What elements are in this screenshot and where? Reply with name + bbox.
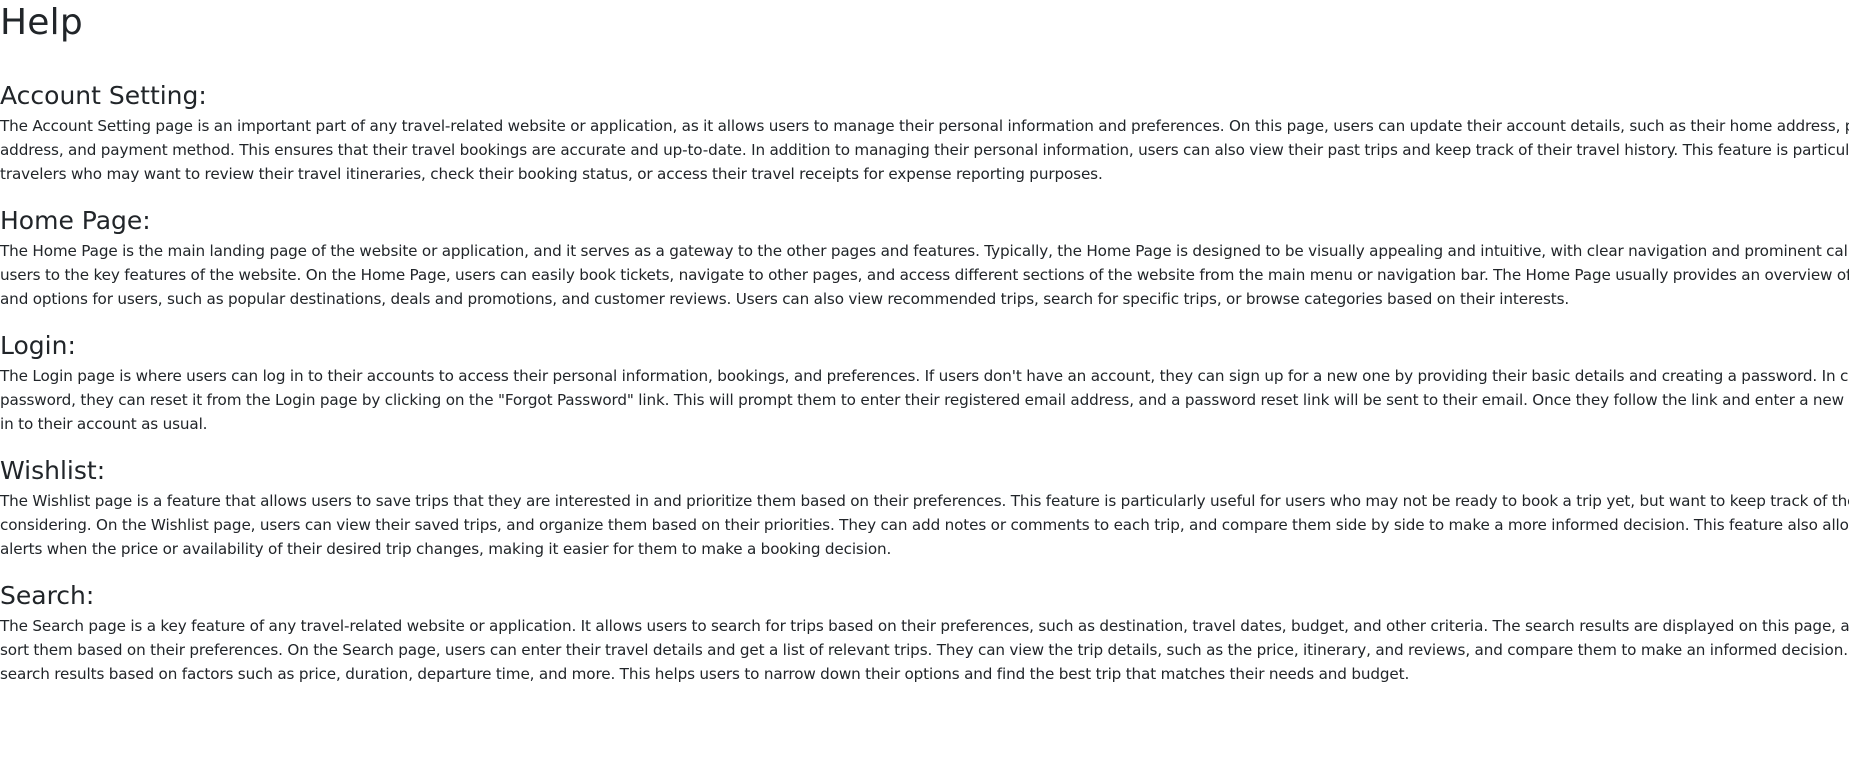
- help-section-wishlist: Wishlist: The Wishlist page is a feature…: [0, 453, 1849, 561]
- section-body-login: The Login page is where users can log in…: [0, 367, 1849, 433]
- help-section-home-page: Home Page: The Home Page is the main lan…: [0, 203, 1849, 311]
- help-page: Help Account Setting: The Account Settin…: [0, 0, 1849, 760]
- section-heading-search: Search:: [0, 581, 95, 610]
- help-section-login: Login: The Login page is where users can…: [0, 328, 1849, 436]
- section-body-home-page: The Home Page is the main landing page o…: [0, 242, 1849, 308]
- page-title: Help: [0, 2, 83, 43]
- help-section-account-setting: Account Setting: The Account Setting pag…: [0, 78, 1849, 186]
- help-sections: Account Setting: The Account Setting pag…: [0, 78, 1849, 703]
- section-heading-login: Login:: [0, 331, 76, 360]
- section-heading-home-page: Home Page:: [0, 206, 151, 235]
- section-body-wishlist: The Wishlist page is a feature that allo…: [0, 492, 1849, 558]
- section-heading-wishlist: Wishlist:: [0, 456, 106, 485]
- help-section-search: Search: The Search page is a key feature…: [0, 578, 1849, 686]
- section-body-search: The Search page is a key feature of any …: [0, 617, 1849, 683]
- section-heading-account-setting: Account Setting:: [0, 81, 207, 110]
- section-body-account-setting: The Account Setting page is an important…: [0, 117, 1849, 183]
